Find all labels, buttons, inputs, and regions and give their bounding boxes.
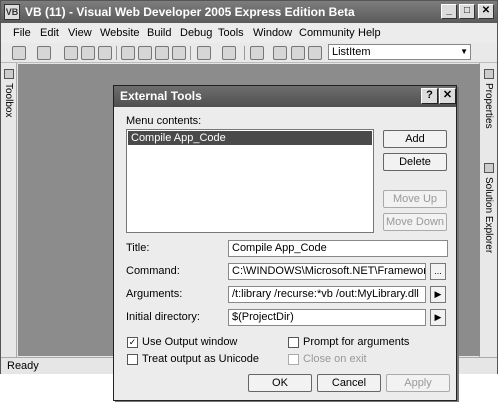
command-label: Command: [126,265,180,277]
help-button[interactable]: ? [421,88,438,104]
find-in-files-icon[interactable] [308,46,322,60]
save-icon[interactable] [81,46,95,60]
app-icon: VB [4,4,20,20]
title-field[interactable]: Compile App_Code [228,240,448,257]
arguments-label: Arguments: [126,288,183,300]
initial-directory-label: Initial directory: [126,311,200,323]
use-output-window-checkbox[interactable]: ✓ [127,337,138,348]
move-up-button[interactable]: Move Up [383,190,447,208]
minimize-button[interactable]: _ [441,4,457,19]
list-item[interactable]: Compile App_Code [128,131,372,145]
move-down-button[interactable]: Move Down [383,213,447,231]
menu-website[interactable]: Website [100,27,140,39]
menu-contents-label: Menu contents: [126,115,202,127]
arguments-field[interactable]: /t:library /recurse:*vb /out:MyLibrary.d… [228,286,426,303]
find-combo[interactable]: ListItem ▼ [328,44,471,60]
copy-icon[interactable] [138,46,152,60]
paste-icon[interactable] [155,46,169,60]
delete-icon[interactable] [172,46,186,60]
browse-button[interactable]: ... [430,263,446,280]
find-icon[interactable] [291,46,305,60]
prompt-for-arguments-checkbox[interactable] [288,337,299,348]
menu-window[interactable]: Window [253,27,292,39]
properties-icon [484,69,494,79]
save-all-icon[interactable] [98,46,112,60]
use-output-window-label: Use Output window [142,336,238,348]
menu-view[interactable]: View [68,27,92,39]
maximize-button[interactable]: □ [459,4,475,19]
open-icon[interactable] [64,46,78,60]
close-on-exit-label: Close on exit [303,353,367,365]
external-tools-dialog: External Tools ? ✕ Menu contents: Compil… [113,85,457,401]
properties-tab[interactable]: Properties [483,83,494,129]
menu-tools[interactable]: Tools [218,27,244,39]
toolbox-tab[interactable]: Toolbox [3,83,14,117]
menu-community[interactable]: Community [299,27,355,39]
status-text: Ready [7,360,39,372]
menu-edit[interactable]: Edit [40,27,59,39]
toolbar-separator [116,46,117,60]
arguments-menu-button[interactable]: ▶ [430,286,446,303]
close-button[interactable]: ✕ [478,4,494,19]
add-button[interactable]: Add [383,130,447,148]
redo-icon[interactable] [222,46,236,60]
window-title: VB (11) - Visual Web Developer 2005 Expr… [25,5,355,19]
menu-file[interactable]: File [13,27,31,39]
treat-output-unicode-checkbox[interactable] [127,354,138,365]
solution-explorer-icon [484,163,494,173]
apply-button[interactable]: Apply [386,374,450,392]
menu-build[interactable]: Build [147,27,171,39]
menu-help[interactable]: Help [358,27,381,39]
add-item-icon[interactable] [37,46,51,60]
right-dock-strip: Properties Solution Explorer [479,63,497,357]
dialog-close-button[interactable]: ✕ [439,88,456,104]
left-dock-strip: Toolbox [1,63,17,357]
menu-debug[interactable]: Debug [180,27,212,39]
menu-bar: File Edit View Website Build Debug Tools… [1,23,497,43]
navigate-back-icon[interactable] [250,46,264,60]
ok-button[interactable]: OK [248,374,312,392]
dialog-title-bar: External Tools ? ✕ [114,86,456,107]
initial-directory-field[interactable]: $(ProjectDir) [228,309,426,326]
chevron-down-icon[interactable]: ▼ [460,47,468,56]
toolbox-icon [4,69,14,79]
delete-button[interactable]: Delete [383,153,447,171]
solution-explorer-tab[interactable]: Solution Explorer [483,177,494,253]
prompt-for-arguments-label: Prompt for arguments [303,336,410,348]
new-project-icon[interactable] [12,46,26,60]
toolbar-separator [190,46,191,60]
close-on-exit-checkbox[interactable] [288,354,299,365]
start-debug-icon[interactable] [273,46,287,60]
title-bar: VB VB (11) - Visual Web Developer 2005 E… [1,1,497,23]
dialog-title: External Tools [120,89,202,103]
title-label: Title: [126,242,150,254]
toolbar-separator [244,46,245,60]
cancel-button[interactable]: Cancel [317,374,381,392]
treat-output-unicode-label: Treat output as Unicode [142,353,259,365]
find-combo-value: ListItem [332,46,371,58]
initial-directory-menu-button[interactable]: ▶ [430,309,446,326]
cut-icon[interactable] [121,46,135,60]
undo-icon[interactable] [197,46,211,60]
command-field[interactable]: C:\WINDOWS\Microsoft.NET\Framework\v2.0 [228,263,426,280]
menu-contents-list[interactable]: Compile App_Code [126,129,374,233]
